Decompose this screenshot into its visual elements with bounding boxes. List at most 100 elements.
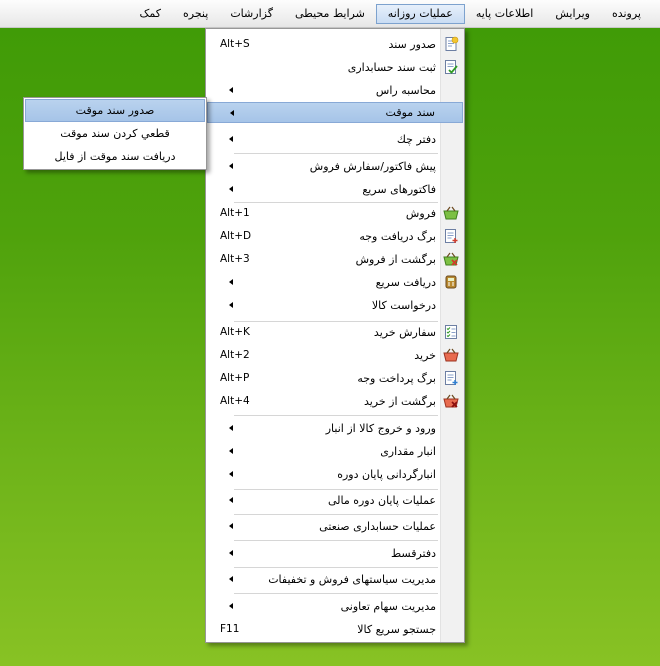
document-check-icon <box>443 59 459 75</box>
submenu-arrow-icon <box>229 576 233 582</box>
menu-reports[interactable]: گزارشات <box>219 3 284 25</box>
submenu-arrow-icon <box>229 603 233 609</box>
submenu-arrow-icon <box>229 87 233 93</box>
menu-item-period-end-stocktaking[interactable]: انبارگردانی پایان دوره <box>207 463 463 485</box>
submenu-arrow-icon <box>229 523 233 529</box>
menu-item-label: انبار مقداری <box>380 444 436 458</box>
menu-item-sales-discount-policies[interactable]: مدیریت سیاستهای فروش و تخفیفات <box>207 568 463 590</box>
temporary-document-submenu: صدور سند موقت قطعي كردن سند موقت دریافت … <box>23 97 207 170</box>
menu-item-quick-invoices[interactable]: فاكتورهای سریع <box>207 178 463 200</box>
menu-item-temporary-document[interactable]: سند موقت <box>207 102 463 123</box>
menu-item-cooperative-shares[interactable]: مدیریت سهام تعاونی <box>207 595 463 617</box>
daily-operations-dropdown: صدور سند Alt+S ثبت سند حسابداری محاسبه ر… <box>205 28 465 643</box>
menu-item-label: عملیات حسابداری صنعتی <box>319 519 436 533</box>
menu-window[interactable]: پنجره <box>172 3 219 25</box>
menu-item-quantity-warehouse[interactable]: انبار مقداری <box>207 440 463 462</box>
menu-item-shortcut: Alt+1 <box>220 207 250 219</box>
menu-environment-settings[interactable]: شرایط محیطی <box>284 3 376 25</box>
menu-item-label: جستجو سریع كالا <box>357 622 436 636</box>
submenu-arrow-icon <box>229 136 233 142</box>
menu-item-sales[interactable]: فروش Alt+1 <box>207 202 463 224</box>
submenu-item-finalize-temporary-document[interactable]: قطعي كردن سند موقت <box>25 123 205 146</box>
menu-item-purchase[interactable]: خرید Alt+2 <box>207 344 463 366</box>
menu-item-label: فاكتورهای سریع <box>362 182 436 196</box>
menu-item-label: سند موقت <box>385 106 435 119</box>
menu-item-label: خرید <box>414 348 436 362</box>
menu-item-label: پیش فاكتور/سفارش فروش <box>309 159 436 173</box>
receipt-in-icon <box>443 228 459 244</box>
menu-item-label: فروش <box>405 206 436 220</box>
submenu-arrow-icon <box>229 163 233 169</box>
menu-item-proforma-sales-order[interactable]: پیش فاكتور/سفارش فروش <box>207 155 463 177</box>
menu-item-label: انبارگردانی پایان دوره <box>337 467 436 481</box>
menu-item-label: مدیریت سیاستهای فروش و تخفیفات <box>268 572 436 586</box>
menu-item-label: عملیات پایان دوره مالی <box>327 493 436 507</box>
menu-help[interactable]: کمک <box>129 3 172 25</box>
menu-bar: پرونده ویرایش اطلاعات پایه عملیات روزانه… <box>0 0 660 28</box>
menu-item-label: سفارش خرید <box>373 325 436 339</box>
menu-item-shortcut: Alt+P <box>220 372 250 384</box>
menu-item-shortcut: Alt+S <box>220 38 250 50</box>
menu-edit[interactable]: ویرایش <box>544 3 601 25</box>
menu-item-register-accounting-document[interactable]: ثبت سند حسابداری <box>207 56 463 78</box>
menu-item-calculate-due[interactable]: محاسبه راس <box>207 79 463 101</box>
menu-item-issue-document[interactable]: صدور سند Alt+S <box>207 33 463 55</box>
menu-item-shortcut: Alt+4 <box>220 395 250 407</box>
submenu-item-label: صدور سند موقت <box>75 104 155 117</box>
basket-red-return-icon <box>443 393 459 409</box>
menu-item-sales-return[interactable]: برگشت از فروش Alt+3 <box>207 248 463 270</box>
checklist-icon <box>443 324 459 340</box>
submenu-arrow-icon <box>229 425 233 431</box>
menu-item-quick-receipt[interactable]: دریافت سریع <box>207 271 463 293</box>
menu-daily-operations[interactable]: عملیات روزانه <box>375 3 465 24</box>
menu-item-label: دفتر چك <box>396 132 436 146</box>
submenu-arrow-icon <box>229 471 233 477</box>
menu-item-label: صدور سند <box>388 37 436 51</box>
menu-item-label: درخواست كالا <box>371 298 436 312</box>
receipt-out-icon <box>443 370 459 386</box>
menu-item-purchase-order[interactable]: سفارش خرید Alt+K <box>207 321 463 343</box>
menu-item-label: محاسبه راس <box>375 83 436 97</box>
menu-item-payment-receipt[interactable]: برگ دریافت وجه Alt+D <box>207 225 463 247</box>
menu-item-label: برگشت از خرید <box>363 394 436 408</box>
document-new-icon <box>443 36 459 52</box>
submenu-arrow-icon <box>229 186 233 192</box>
menu-item-checkbook[interactable]: دفتر چك <box>207 128 463 150</box>
menu-item-shortcut: Alt+3 <box>220 253 250 265</box>
submenu-arrow-icon <box>229 302 233 308</box>
menu-item-label: ثبت سند حسابداری <box>347 60 436 74</box>
menu-base-info[interactable]: اطلاعات پایه <box>465 3 545 25</box>
submenu-arrow-icon <box>229 550 233 556</box>
menu-item-label: برگ دریافت وجه <box>359 229 436 243</box>
menu-file[interactable]: پرونده <box>601 3 652 25</box>
menu-item-goods-request[interactable]: درخواست كالا <box>207 294 463 316</box>
menu-separator <box>234 415 438 416</box>
menu-item-warehouse-in-out[interactable]: ورود و خروج كالا از انبار <box>207 417 463 439</box>
menu-separator <box>234 593 438 594</box>
menu-item-shortcut: F11 <box>220 623 240 635</box>
menu-item-label: برگشت از فروش <box>355 252 436 266</box>
menu-separator <box>234 153 438 154</box>
menu-item-purchase-return[interactable]: برگشت از خرید Alt+4 <box>207 390 463 412</box>
menu-item-quick-goods-search[interactable]: جستجو سریع كالا F11 <box>207 618 463 640</box>
menu-separator <box>234 540 438 541</box>
menu-item-industrial-accounting[interactable]: عملیات حسابداری صنعتی <box>207 515 463 537</box>
basket-red-icon <box>443 347 459 363</box>
menu-item-fiscal-period-end[interactable]: عملیات پایان دوره مالی <box>207 489 463 511</box>
menu-item-shortcut: Alt+D <box>220 230 252 242</box>
menu-item-installment-book[interactable]: دفترقسط <box>207 542 463 564</box>
submenu-item-issue-temporary-document[interactable]: صدور سند موقت <box>25 99 205 122</box>
submenu-arrow-icon <box>229 448 233 454</box>
submenu-item-label: قطعي كردن سند موقت <box>60 127 170 140</box>
menu-item-label: برگ پرداخت وجه <box>357 371 436 385</box>
submenu-arrow-icon <box>229 497 233 503</box>
menu-item-label: دریافت سریع <box>375 275 436 289</box>
menu-item-label: ورود و خروج كالا از انبار <box>325 421 436 435</box>
submenu-item-import-temporary-document[interactable]: دریافت سند موقت از فایل <box>25 146 205 169</box>
menu-item-shortcut: Alt+K <box>220 326 250 338</box>
cash-register-icon <box>443 274 459 290</box>
menu-item-payment-voucher[interactable]: برگ پرداخت وجه Alt+P <box>207 367 463 389</box>
menu-item-label: مدیریت سهام تعاونی <box>340 599 436 613</box>
submenu-arrow-icon <box>229 279 233 285</box>
menu-item-shortcut: Alt+2 <box>220 349 250 361</box>
